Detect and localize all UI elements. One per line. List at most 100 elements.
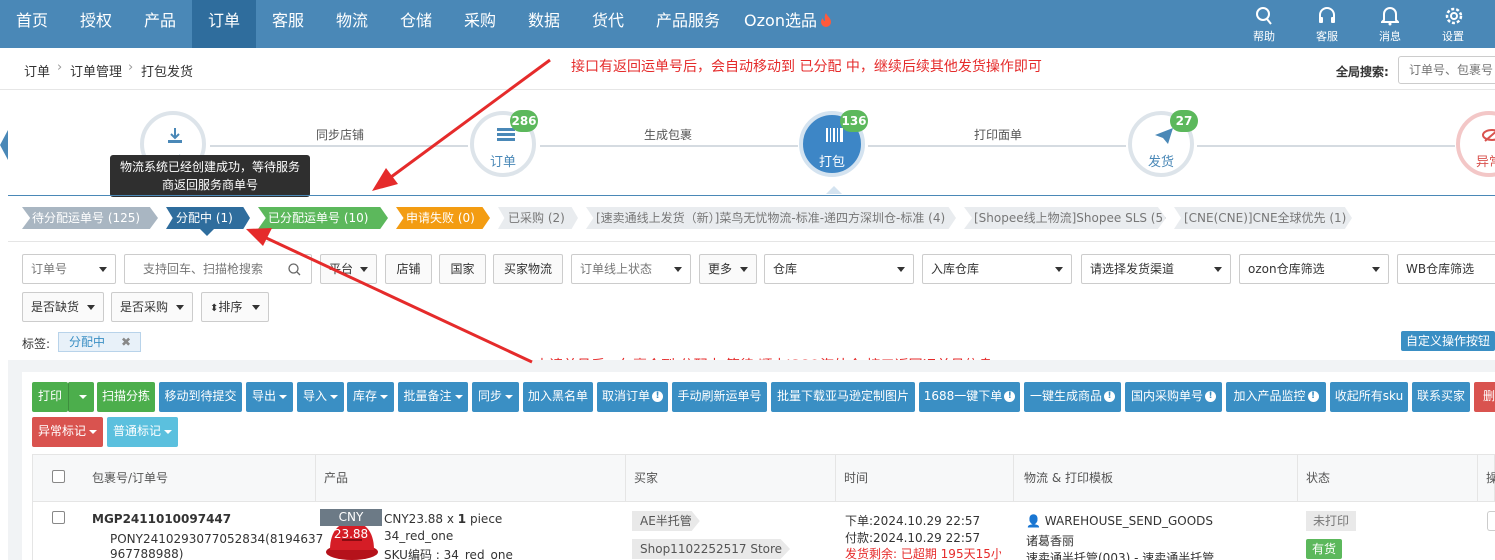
package-number[interactable]: MGP2411010097447: [92, 512, 231, 526]
step-link-sync-shop[interactable]: 同步店铺: [290, 126, 390, 143]
service-button[interactable]: 客服: [1307, 4, 1347, 44]
sync-button[interactable]: 同步: [472, 382, 519, 412]
generate-product-button[interactable]: 一键生成商品!: [1024, 382, 1121, 412]
tab-aliexpress-cainiao[interactable]: [速卖通线上发货（新）]菜鸟无忧物流-标准-递四方深圳仓-标准 (4): [586, 207, 956, 229]
product-sku-name[interactable]: 34_red_one: [384, 529, 453, 543]
platform-dropdown[interactable]: 平台: [320, 254, 377, 284]
order-1688-label: 1688一键下单: [923, 389, 1003, 403]
country-button[interactable]: 国家: [439, 254, 486, 284]
scan-sort-button[interactable]: 扫描分拣: [97, 382, 155, 412]
help-button[interactable]: 帮助: [1244, 4, 1284, 44]
tab-cne-global[interactable]: [CNE(CNE)]CNE全球优先 (1): [1174, 207, 1352, 229]
nav-forwarder[interactable]: 货代: [576, 0, 640, 48]
search-input[interactable]: 支持回车、扫描枪搜索: [124, 254, 312, 284]
row-checkbox[interactable]: [52, 511, 65, 524]
nav-order[interactable]: 订单: [192, 0, 256, 48]
print-dropdown-toggle[interactable]: [68, 382, 94, 412]
order-number-line-1[interactable]: PONY2410293077052834(8194637: [110, 532, 323, 546]
select-all-checkbox[interactable]: [52, 470, 65, 483]
order-1688-button[interactable]: 1688一键下单!: [919, 382, 1020, 412]
operation-button[interactable]: [1487, 511, 1495, 531]
delete-button[interactable]: 删: [1474, 382, 1495, 412]
order-no-select[interactable]: 订单号: [22, 254, 116, 284]
chevron-down-icon: [164, 429, 172, 434]
print-template[interactable]: 速卖通半托管(003) - 速卖通半托管: [1026, 549, 1288, 560]
tab-shopee-sls[interactable]: [Shopee线上物流]Shopee SLS (5): [964, 207, 1166, 229]
eye-slash-icon: [1482, 129, 1495, 142]
collapse-sku-button[interactable]: 收起所有sku: [1330, 382, 1408, 412]
logistics-code: WAREHOUSE_SEND_GOODS: [1044, 514, 1214, 528]
stockout-dropdown[interactable]: 是否缺货: [22, 292, 104, 322]
more-dropdown[interactable]: 更多: [699, 254, 757, 284]
tab-pending-assign[interactable]: 待分配运单号 (125): [22, 207, 158, 229]
product-sku-code: SKU编码 : 34_red_one: [384, 548, 513, 560]
move-to-pending-button[interactable]: 移动到待提交: [159, 382, 242, 412]
nav-ozon[interactable]: Ozon选品: [740, 0, 836, 48]
refresh-tracking-button[interactable]: 手动刷新运单号: [672, 382, 767, 412]
nav-purchase[interactable]: 采购: [448, 0, 512, 48]
custom-action-button[interactable]: 自定义操作按钮: [1401, 331, 1495, 351]
nav-logistics[interactable]: 物流: [320, 0, 384, 48]
buyer-logistics-button[interactable]: 买家物流: [493, 254, 563, 284]
nav-product-service[interactable]: 产品服务: [640, 0, 736, 48]
nav-storage[interactable]: 仓储: [384, 0, 448, 48]
export-label: 导出: [251, 389, 276, 403]
contact-buyer-button[interactable]: 联系买家: [1412, 382, 1470, 412]
shipping-channel-label: 请选择发货渠道: [1090, 262, 1175, 276]
tag-filter-chip: 分配中 ✖: [58, 332, 141, 352]
side-collapse-handle[interactable]: [0, 130, 8, 160]
stock-button[interactable]: 库存: [347, 382, 394, 412]
col-product: 产品: [316, 455, 626, 501]
step-exception[interactable]: 异常: [1456, 111, 1495, 177]
breadcrumb-order-manage[interactable]: 订单管理: [70, 61, 122, 80]
warehouse-select[interactable]: 仓库: [764, 254, 914, 284]
tab-assigned[interactable]: 已分配运单号 (10): [258, 207, 388, 229]
inbound-warehouse-select[interactable]: 入库仓库: [922, 254, 1072, 284]
print-button[interactable]: 打印: [32, 382, 68, 412]
purchased-dropdown[interactable]: 是否采购: [111, 292, 193, 322]
service-label: 客服: [1316, 30, 1338, 43]
tab-assigning[interactable]: 分配中 (1): [166, 207, 250, 229]
batch-remark-label: 批量备注: [403, 389, 452, 403]
cancel-order-label: 取消订单: [601, 389, 650, 403]
ozon-warehouse-select[interactable]: ozon仓库筛选: [1239, 254, 1389, 284]
nav-product[interactable]: 产品: [128, 0, 192, 48]
wb-warehouse-select[interactable]: WB仓库筛选: [1397, 254, 1495, 284]
tab-apply-failed[interactable]: 申请失败 (0): [396, 207, 490, 229]
download-amazon-images-button[interactable]: 批量下载亚马逊定制图片: [771, 382, 915, 412]
tab-purchased[interactable]: 已采购 (2): [498, 207, 578, 229]
nav-data[interactable]: 数据: [512, 0, 576, 48]
settings-button[interactable]: 设置: [1433, 4, 1473, 44]
message-button[interactable]: 消息: [1370, 4, 1410, 44]
shop-button[interactable]: 店铺: [385, 254, 432, 284]
product-monitor-button[interactable]: 加入产品监控!: [1226, 382, 1326, 412]
global-search-input[interactable]: [1398, 56, 1495, 84]
col-logistics: 物流 & 打印模板: [1014, 455, 1298, 501]
cancel-order-button[interactable]: 取消订单!: [597, 382, 668, 412]
blacklist-button[interactable]: 加入黑名单: [523, 382, 593, 412]
chevron-down-icon: [279, 394, 287, 399]
sort-dropdown[interactable]: ⬍排序: [201, 292, 269, 322]
import-button[interactable]: 导入: [297, 382, 344, 412]
nav-auth[interactable]: 授权: [64, 0, 128, 48]
close-icon[interactable]: ✖: [121, 333, 131, 351]
step-link-generate-package[interactable]: 生成包裹: [618, 126, 718, 143]
batch-remark-button[interactable]: 批量备注: [398, 382, 468, 412]
more-label: 更多: [708, 262, 733, 276]
domestic-purchase-button[interactable]: 国内采购单号!: [1125, 382, 1222, 412]
chevron-down-icon: [89, 429, 97, 434]
export-button[interactable]: 导出: [246, 382, 293, 412]
shipping-channel-select[interactable]: 请选择发货渠道: [1081, 254, 1231, 284]
online-status-select[interactable]: 订单线上状态: [571, 254, 691, 284]
info-icon: !: [1004, 391, 1016, 402]
step-link-print-label[interactable]: 打印面单: [948, 126, 1048, 143]
exception-mark-button[interactable]: 异常标记: [32, 417, 103, 447]
chevron-down-icon: [505, 394, 513, 399]
online-status-label: 订单线上状态: [580, 262, 653, 276]
step-order-label: 订单: [489, 155, 516, 170]
breadcrumb-order[interactable]: 订单: [24, 61, 50, 80]
order-number-line-2[interactable]: 967788988): [110, 547, 183, 560]
nav-home[interactable]: 首页: [0, 0, 64, 48]
nav-service[interactable]: 客服: [256, 0, 320, 48]
normal-mark-button[interactable]: 普通标记: [107, 417, 178, 447]
